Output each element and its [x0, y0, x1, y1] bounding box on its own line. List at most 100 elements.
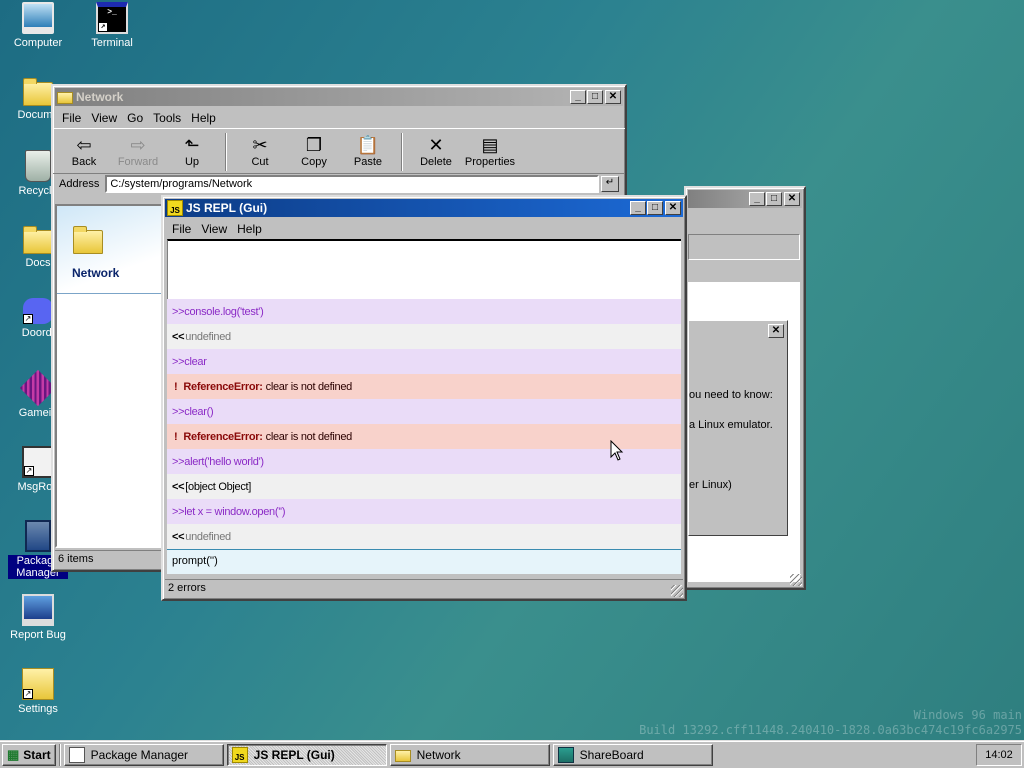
menu-file[interactable]: File	[57, 111, 86, 125]
desktop-icon-settings[interactable]: ↗ Settings	[0, 668, 76, 715]
maximize-button[interactable]: □	[647, 201, 663, 215]
network-folder-icon	[73, 226, 103, 254]
folder-icon	[57, 92, 73, 104]
dialog-close-button[interactable]: ✕	[768, 324, 784, 338]
explorer-toolbar: ⇦ Back ⇨ Forward ⬑ Up ✂ Cut ❐ Copy 📋 Paste ✕ De…	[53, 128, 625, 174]
menu-view[interactable]: View	[196, 222, 232, 236]
build-watermark: Build 13292.cff11448.240410-1828.0a63bc4…	[639, 723, 1022, 737]
start-button[interactable]: ▦ Start	[2, 743, 56, 766]
cut-label: Cut	[251, 156, 269, 168]
repl-titlebar[interactable]: JS JS REPL (Gui) _ □ ✕	[165, 199, 683, 217]
menu-tools[interactable]: Tools	[148, 111, 186, 125]
background-window[interactable]: _ □ ✕ ✕ ou need to know: a Linux emulato…	[684, 186, 806, 590]
desktop-icon-computer[interactable]: Computer	[0, 2, 76, 49]
folder-icon	[23, 226, 53, 254]
paste-button[interactable]: 📋 Paste	[341, 131, 395, 168]
start-logo-icon: ▦	[7, 746, 20, 762]
maximize-button[interactable]: □	[766, 192, 782, 206]
menu-file[interactable]: File	[167, 222, 196, 236]
desktop-icon-label: Docs	[25, 257, 51, 269]
discord-icon: ↗	[23, 298, 53, 324]
repl-output-entry: << undefined	[167, 524, 681, 549]
paste-label: Paste	[353, 156, 383, 168]
taskbar-separator	[58, 743, 61, 766]
toolbar-separator	[401, 133, 403, 171]
forward-label: Forward	[117, 156, 159, 168]
taskbar: ▦ Start Package Manager JS JS REPL (Gui)…	[0, 740, 1024, 768]
task-label: Package Manager	[90, 747, 189, 762]
input-prompt: >>	[172, 305, 185, 318]
output-value: undefined	[185, 330, 231, 343]
resize-grip[interactable]	[790, 574, 802, 586]
shareboard-icon	[557, 746, 574, 763]
menu-view[interactable]: View	[86, 111, 122, 125]
scissors-icon: ✂	[252, 135, 268, 155]
up-label: Up	[184, 156, 200, 168]
input-prompt: >>	[172, 355, 185, 368]
output-value: undefined	[185, 530, 231, 543]
close-button[interactable]: ✕	[605, 90, 621, 104]
task-label: ShareBoard	[579, 747, 644, 762]
up-button[interactable]: ⬑ Up	[165, 131, 219, 168]
close-button[interactable]: ✕	[665, 201, 681, 215]
start-label: Start	[23, 747, 51, 762]
close-button[interactable]: ✕	[784, 192, 800, 206]
delete-label: Delete	[420, 156, 452, 168]
dialog-text-3: er Linux)	[689, 479, 732, 491]
sidebar-title: Network	[72, 266, 120, 280]
repl-error-entry: ! ReferenceError: clear is not defined	[167, 374, 681, 399]
folder-icon	[394, 749, 411, 762]
explorer-titlebar[interactable]: Network _ □ ✕	[55, 88, 623, 106]
repl-input-entry: >> console.log('test')	[167, 299, 681, 324]
error-message: clear is not defined	[265, 380, 353, 393]
back-button[interactable]: ⇦ Back	[57, 131, 111, 168]
repl-status: 2 errors	[165, 579, 683, 597]
back-label: Back	[71, 156, 97, 168]
minimize-button[interactable]: _	[749, 192, 765, 206]
task-package-manager[interactable]: Package Manager	[63, 743, 224, 766]
desktop-icon-label: Report Bug	[10, 629, 66, 641]
delete-button[interactable]: ✕ Delete	[409, 131, 463, 168]
explorer-menubar: File View Go Tools Help	[53, 108, 625, 128]
settings-icon: ↗	[22, 668, 54, 700]
menu-help[interactable]: Help	[232, 222, 267, 236]
task-js-repl[interactable]: JS JS REPL (Gui)	[226, 743, 387, 766]
output-prompt: <<	[172, 530, 185, 543]
bug-report-icon	[22, 594, 54, 626]
minimize-button[interactable]: _	[630, 201, 646, 215]
input-code: clear	[184, 355, 207, 368]
toolbar-separator	[225, 133, 227, 171]
task-shareboard[interactable]: ShareBoard	[552, 743, 713, 766]
resize-grip[interactable]	[671, 585, 683, 597]
task-network[interactable]: Network	[389, 743, 550, 766]
repl-code-input[interactable]: prompt('')	[167, 549, 681, 574]
address-label: Address	[59, 178, 100, 190]
go-button[interactable]: ↵	[601, 176, 619, 192]
forward-button[interactable]: ⇨ Forward	[111, 131, 165, 168]
repl-error-entry: ! ReferenceError: clear is not defined	[167, 424, 681, 449]
cut-button[interactable]: ✂ Cut	[233, 131, 287, 168]
input-code: let x = window.open('')	[184, 505, 286, 518]
error-type: ReferenceError:	[183, 380, 263, 393]
error-icon: !	[174, 430, 178, 443]
copy-button[interactable]: ❐ Copy	[287, 131, 341, 168]
repl-input-entry: >> clear()	[167, 399, 681, 424]
desktop-icon-report-bug[interactable]: Report Bug	[0, 594, 76, 641]
background-window-titlebar[interactable]: _ □ ✕	[688, 190, 802, 208]
delete-icon: ✕	[428, 135, 444, 155]
package-icon	[68, 746, 85, 763]
menu-go[interactable]: Go	[122, 111, 148, 125]
desktop-icon-terminal[interactable]: >_ ↗ Terminal	[74, 2, 150, 49]
maximize-button[interactable]: □	[587, 90, 603, 104]
properties-button[interactable]: ▤ Properties	[463, 131, 517, 168]
background-window-bar	[688, 234, 800, 260]
error-type: ReferenceError:	[183, 430, 263, 443]
address-input[interactable]: C:/system/programs/Network	[105, 175, 599, 193]
recycle-bin-icon	[25, 150, 51, 182]
repl-window[interactable]: JS JS REPL (Gui) _ □ ✕ File View Help >>…	[161, 195, 687, 601]
menu-help[interactable]: Help	[186, 111, 221, 125]
minimize-button[interactable]: _	[570, 90, 586, 104]
package-icon	[25, 520, 51, 552]
dialog-text-2: a Linux emulator.	[689, 419, 773, 431]
computer-icon	[22, 2, 54, 34]
